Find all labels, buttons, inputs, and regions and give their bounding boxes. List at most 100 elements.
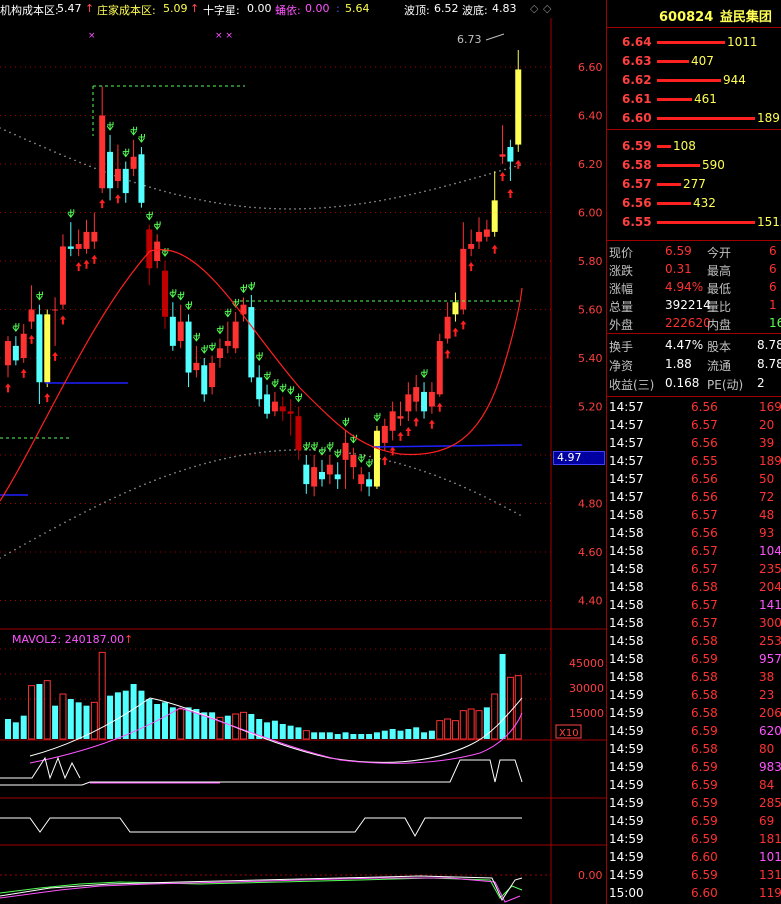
trade-row[interactable]: 15:00 6.60 119 — [607, 884, 781, 902]
trade-row[interactable]: 14:59 6.59 131 — [607, 866, 781, 884]
ask-row[interactable]: 6.63 407 — [607, 52, 781, 70]
trade-row[interactable]: 14:57 6.56 50 — [607, 470, 781, 488]
band-dot — [74, 159, 76, 162]
band-dot — [274, 450, 276, 452]
band-dot — [59, 524, 61, 526]
trade-row[interactable]: 14:58 6.57 48 — [607, 506, 781, 524]
volume-bar — [248, 714, 255, 739]
trade-row[interactable]: 14:57 6.55 189 — [607, 452, 781, 470]
zhuang-label: 庄家成本区: — [97, 4, 156, 17]
bid-row[interactable]: 6.55 1515 — [607, 213, 781, 231]
ask-row[interactable]: 6.64 1011 — [607, 33, 781, 51]
volume-axis-label: 15000 — [569, 707, 604, 720]
ask-row[interactable]: 6.62 944 — [607, 71, 781, 89]
volume-bar — [20, 715, 27, 739]
ask-row[interactable]: 6.61 461 — [607, 90, 781, 108]
trade-volume: 204 — [759, 580, 781, 594]
trade-row[interactable]: 14:59 6.59 983 — [607, 758, 781, 776]
down-arrow-icon — [67, 209, 75, 219]
candle-body — [460, 248, 467, 310]
up-arrow-icon — [468, 262, 475, 272]
trade-time: 14:59 — [609, 850, 644, 864]
divider — [607, 240, 781, 241]
candle-body — [162, 270, 168, 317]
trade-row[interactable]: 14:58 6.57 300 — [607, 614, 781, 632]
trade-row[interactable]: 14:59 6.60 1011 — [607, 848, 781, 866]
band-dot — [204, 462, 206, 465]
band-dot — [174, 193, 176, 195]
diamond-icon[interactable]: ◇ — [530, 2, 538, 15]
trade-row[interactable]: 14:57 6.56 72 — [607, 488, 781, 506]
band-dot — [259, 207, 261, 209]
candle-body — [36, 314, 43, 383]
trade-volume: 620 — [759, 724, 781, 738]
trade-row[interactable]: 14:59 6.58 23 — [607, 686, 781, 704]
trade-row[interactable]: 14:59 6.59 620 — [607, 722, 781, 740]
trade-row[interactable]: 14:57 6.57 20 — [607, 416, 781, 434]
candle-body — [413, 387, 420, 402]
up-arrow-icon — [28, 334, 35, 344]
trade-row[interactable]: 14:59 6.58 80 — [607, 740, 781, 758]
trade-price: 6.58 — [691, 742, 718, 756]
bid-row[interactable]: 6.59 108 — [607, 137, 781, 155]
bid-row[interactable]: 6.56 432 — [607, 194, 781, 212]
band-dot — [419, 469, 421, 471]
candle-body — [256, 377, 263, 400]
trade-row[interactable]: 14:58 6.56 93 — [607, 524, 781, 542]
trade-row[interactable]: 14:58 6.57 235 — [607, 560, 781, 578]
trade-row[interactable]: 14:58 6.57 1412 — [607, 596, 781, 614]
trade-row[interactable]: 14:59 6.59 285 — [607, 794, 781, 812]
candle-body — [507, 147, 514, 162]
band-dot — [324, 206, 326, 209]
fundamental-label: 流通 — [707, 359, 732, 373]
trade-volume: 131 — [759, 868, 781, 882]
trade-time: 14:58 — [609, 562, 644, 576]
band-dot — [49, 149, 51, 151]
candle-body — [271, 401, 278, 412]
quote-row: 总量 392214 量比 1 — [607, 297, 781, 315]
candle-body — [303, 464, 310, 485]
trade-row[interactable]: 14:59 6.59 181 — [607, 830, 781, 848]
band-dot — [394, 461, 396, 464]
bid-volume: 277 — [683, 177, 706, 191]
bid-row[interactable]: 6.57 277 — [607, 175, 781, 193]
down-arrow-icon — [145, 211, 153, 221]
band-dot — [84, 511, 86, 513]
bid-row[interactable]: 6.58 590 — [607, 156, 781, 174]
trade-row[interactable]: 14:57 6.56 39 — [607, 434, 781, 452]
band-dot — [454, 182, 456, 185]
diamond-icon[interactable]: ◇ — [543, 2, 551, 15]
volume-bar — [451, 720, 459, 740]
ask-volume-bar — [657, 117, 755, 120]
trade-price: 6.57 — [691, 562, 718, 576]
trade-row[interactable]: 14:59 6.59 84 — [607, 776, 781, 794]
chart-area[interactable]: 6.606.406.206.005.805.605.405.205.004.80… — [0, 18, 606, 904]
ask-volume: 407 — [691, 54, 714, 68]
trade-row[interactable]: 14:58 6.58 38 — [607, 668, 781, 686]
cost-value: 5.47 — [57, 2, 82, 15]
trade-row[interactable]: 14:59 6.58 206 — [607, 704, 781, 722]
band-dot — [204, 199, 206, 202]
band-dot — [129, 489, 131, 492]
ask-row[interactable]: 6.60 189 — [607, 109, 781, 127]
band-dot — [139, 485, 141, 488]
bid-price: 6.57 — [622, 177, 652, 191]
band-dot — [294, 208, 296, 210]
trade-time: 14:58 — [609, 508, 644, 522]
candle-body — [295, 416, 302, 451]
band-dot — [249, 453, 251, 455]
band-dot — [149, 186, 151, 189]
band-dot — [0, 557, 1, 559]
trade-row[interactable]: 14:57 6.56 169 — [607, 398, 781, 416]
band-dot — [234, 455, 236, 458]
trade-row[interactable]: 14:58 6.58 253 — [607, 632, 781, 650]
trade-volume: 93 — [759, 526, 775, 540]
trade-row[interactable]: 14:58 6.59 957 — [607, 650, 781, 668]
trade-row[interactable]: 14:58 6.58 204 — [607, 578, 781, 596]
trade-row[interactable]: 14:58 6.57 1044 — [607, 542, 781, 560]
trade-row[interactable]: 14:59 6.59 69 — [607, 812, 781, 830]
quote-value: 6 — [769, 280, 777, 294]
band-dot — [389, 198, 391, 200]
band-dot — [209, 461, 211, 463]
band-dot — [119, 494, 121, 496]
